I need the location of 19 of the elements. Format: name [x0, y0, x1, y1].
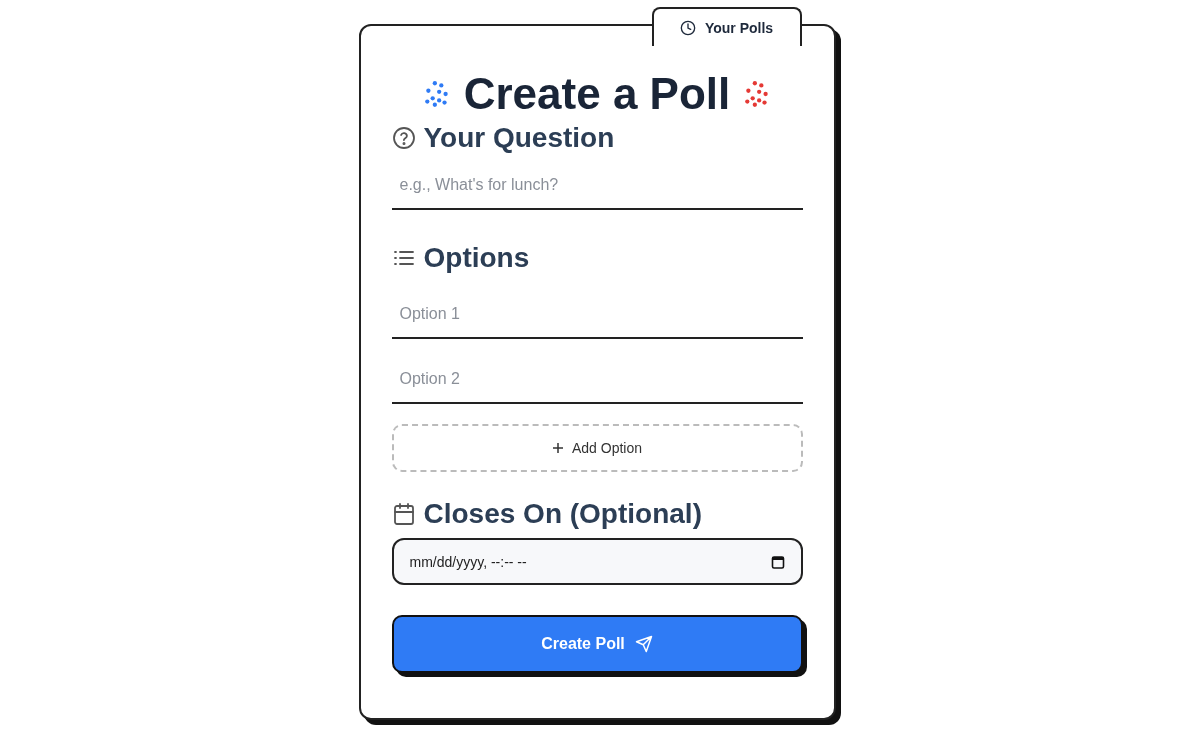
- input-field[interactable]: e.g., What's for lunch?: [391, 162, 803, 210]
- dots-icon: [423, 80, 450, 108]
- add-option-button[interactable]: Add Option: [391, 424, 803, 472]
- page-title: Create a Poll: [463, 69, 731, 119]
- section-heading: Options: [423, 242, 530, 274]
- dots-icon: [744, 80, 771, 108]
- input-field[interactable]: Option 1: [391, 291, 803, 339]
- send-icon: [634, 635, 653, 653]
- section-heading: Closes On (Optional): [423, 498, 702, 530]
- input-field[interactable]: Option 2: [391, 356, 803, 404]
- plus-icon: [551, 442, 564, 454]
- date-time-value: mm/dd/yyyy, --:-- --: [409, 553, 527, 570]
- calendar-icon: [770, 554, 785, 569]
- your-polls-tab[interactable]: Your Polls: [651, 7, 802, 46]
- section-heading: Your Question: [423, 122, 615, 154]
- date-time-field[interactable]: mm/dd/yyyy, --:-- --: [391, 538, 803, 585]
- help-icon: [391, 126, 416, 150]
- calendar-icon: [391, 502, 416, 526]
- clock-icon: [679, 19, 696, 36]
